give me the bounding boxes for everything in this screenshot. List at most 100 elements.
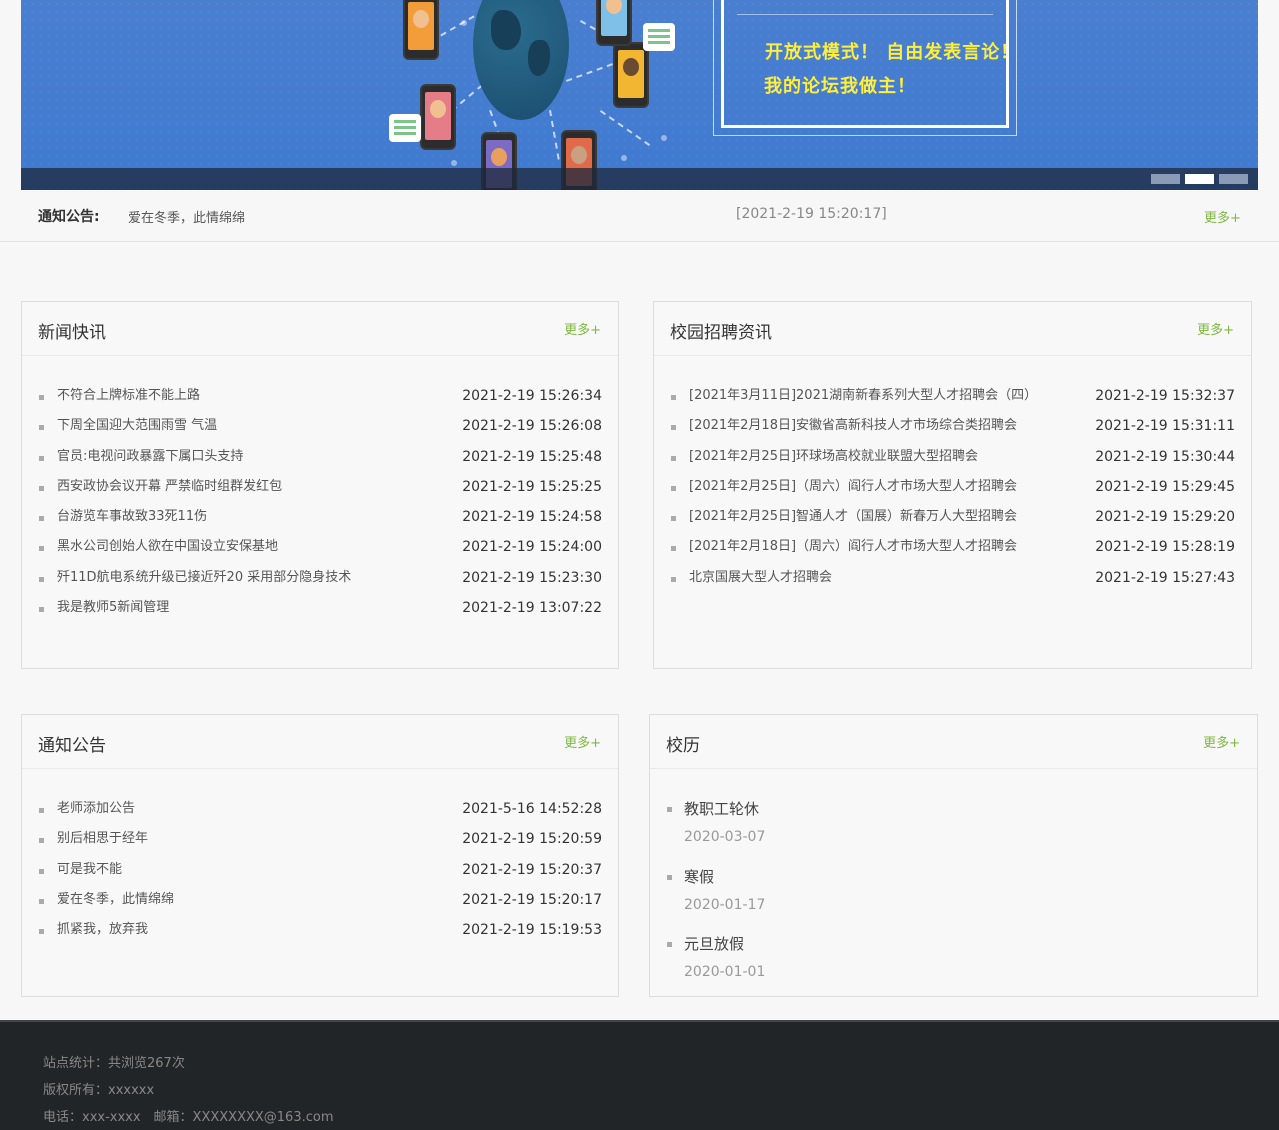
calendar-item-name[interactable]: 教职工轮休 bbox=[684, 799, 765, 819]
news-panel-header: 新闻快讯 更多+ bbox=[22, 302, 618, 356]
recruit-item[interactable]: [2021年2月18日]安徽省高新科技人才市场综合类招聘会 2021-2-19 1… bbox=[670, 416, 1235, 446]
news-item-title[interactable]: 歼11D航电系统升级已接近歼20 采用部分隐身技术 bbox=[57, 570, 351, 585]
site-footer: 站点统计：共浏览267次 版权所有：xxxxxx 电话：xxx-xxxx 邮箱：… bbox=[0, 1020, 1279, 1130]
notice-item-title[interactable]: 可是我不能 bbox=[57, 862, 122, 877]
news-item-title[interactable]: 台游览车事故致33死11伤 bbox=[57, 509, 207, 524]
notice-ticker-label: 通知公告: bbox=[38, 209, 100, 225]
notices-panel-title: 通知公告 bbox=[38, 736, 106, 756]
news-item-title[interactable]: 黑水公司创始人欲在中国设立安保基地 bbox=[57, 539, 278, 554]
notice-item-time: 2021-2-19 15:19:53 bbox=[462, 922, 602, 939]
news-list: 不符合上牌标准不能上路 2021-2-19 15:26:34 下周全国迎大范围雨雪… bbox=[38, 386, 602, 628]
notice-item[interactable]: 爱在冬季，此情绵绵 2021-2-19 15:20:17 bbox=[38, 890, 602, 920]
news-more-link[interactable]: 更多+ bbox=[564, 319, 601, 338]
notice-item[interactable]: 抓紧我，放弃我 2021-2-19 15:19:53 bbox=[38, 920, 602, 950]
recruit-item-title[interactable]: [2021年2月25日]（周六）阎行人才市场大型人才招聘会 bbox=[689, 479, 1017, 494]
recruit-item-time: 2021-2-19 15:29:20 bbox=[1095, 509, 1235, 526]
recruit-panel: 校园招聘资讯 更多+ [2021年3月11日]2021湖南新春系列大型人才招聘会… bbox=[653, 301, 1252, 669]
news-panel-title: 新闻快讯 bbox=[38, 323, 106, 343]
notice-item-title[interactable]: 抓紧我，放弃我 bbox=[57, 922, 148, 937]
notice-item-title[interactable]: 爱在冬季，此情绵绵 bbox=[57, 892, 174, 907]
news-item[interactable]: 下周全国迎大范围雨雪 气温 2021-2-19 15:26:08 bbox=[38, 416, 602, 446]
calendar-item-name[interactable]: 元旦放假 bbox=[684, 934, 765, 954]
calendar-item-name[interactable]: 寒假 bbox=[684, 867, 765, 887]
calendar-item[interactable]: 教职工轮休 2020-03-07 bbox=[666, 799, 765, 867]
carousel-indicator-1[interactable] bbox=[1151, 174, 1180, 184]
notice-ticker-time: [2021-2-19 15:20:17] bbox=[736, 206, 887, 222]
news-item-time: 2021-2-19 15:24:58 bbox=[462, 509, 602, 526]
recruit-item[interactable]: [2021年2月18日]（周六）阎行人才市场大型人才招聘会 2021-2-19 1… bbox=[670, 537, 1235, 567]
recruit-item-title[interactable]: [2021年2月25日]智通人才（国展）新春万人大型招聘会 bbox=[689, 509, 1017, 524]
news-item[interactable]: 官员:电视问政暴露下属口头支持 2021-2-19 15:25:48 bbox=[38, 447, 602, 477]
calendar-panel-title: 校历 bbox=[666, 736, 700, 756]
notice-item-title[interactable]: 别后相思于经年 bbox=[57, 831, 148, 846]
recruit-item-title[interactable]: [2021年2月25日]环球场高校就业联盟大型招聘会 bbox=[689, 449, 978, 464]
calendar-more-link[interactable]: 更多+ bbox=[1203, 732, 1240, 751]
news-panel: 新闻快讯 更多+ 不符合上牌标准不能上路 2021-2-19 15:26:34 下… bbox=[21, 301, 619, 669]
phone-avatar bbox=[613, 42, 649, 108]
news-item[interactable]: 台游览车事故致33死11伤 2021-2-19 15:24:58 bbox=[38, 507, 602, 537]
network-dot bbox=[461, 20, 467, 26]
notice-ticker-link[interactable]: 爱在冬季，此情绵绵 bbox=[128, 207, 245, 226]
news-item-title[interactable]: 下周全国迎大范围雨雪 气温 bbox=[57, 418, 217, 433]
notice-item-time: 2021-2-19 15:20:37 bbox=[462, 861, 602, 878]
recruit-item-time: 2021-2-19 15:27:43 bbox=[1095, 569, 1235, 586]
recruit-item-time: 2021-2-19 15:28:19 bbox=[1095, 539, 1235, 556]
slogan-frame bbox=[721, 0, 1009, 128]
news-item-title[interactable]: 官员:电视问政暴露下属口头支持 bbox=[57, 449, 243, 464]
recruit-panel-title: 校园招聘资讯 bbox=[670, 323, 772, 343]
phone-avatar bbox=[403, 0, 439, 60]
notice-item-time: 2021-5-16 14:52:28 bbox=[462, 801, 602, 817]
news-item-time: 2021-2-19 15:26:34 bbox=[462, 388, 602, 404]
recruit-item-title[interactable]: 北京国展大型人才招聘会 bbox=[689, 570, 832, 585]
recruit-item-time: 2021-2-19 15:30:44 bbox=[1095, 448, 1235, 465]
recruit-item-time: 2021-2-19 15:32:37 bbox=[1095, 388, 1235, 404]
calendar-item-date: 2020-01-01 bbox=[684, 964, 766, 980]
phone-avatar bbox=[420, 84, 456, 150]
calendar-item-date: 2020-03-07 bbox=[684, 829, 766, 845]
recruit-panel-header: 校园招聘资讯 更多+ bbox=[654, 302, 1251, 356]
slogan-line-2: 我的论坛我做主！ bbox=[764, 76, 916, 97]
news-item-time: 2021-2-19 13:07:22 bbox=[462, 600, 602, 617]
slogan-line-1: 开放式模式！ 自由发表言论！ bbox=[765, 42, 1020, 63]
recruit-list: [2021年3月11日]2021湖南新春系列大型人才招聘会（四） 2021-2-1… bbox=[670, 386, 1235, 598]
news-item-title[interactable]: 不符合上牌标准不能上路 bbox=[57, 388, 200, 403]
recruit-item-title[interactable]: [2021年2月18日]（周六）阎行人才市场大型人才招聘会 bbox=[689, 539, 1017, 554]
recruit-item[interactable]: [2021年3月11日]2021湖南新春系列大型人才招聘会（四） 2021-2-1… bbox=[670, 386, 1235, 416]
carousel-indicator-2[interactable] bbox=[1185, 174, 1214, 184]
network-dot bbox=[661, 135, 667, 141]
news-item-time: 2021-2-19 15:24:00 bbox=[462, 539, 602, 556]
slogan-divider bbox=[737, 14, 993, 15]
carousel-indicator-bar bbox=[21, 168, 1258, 190]
news-item[interactable]: 黑水公司创始人欲在中国设立安保基地 2021-2-19 15:24:00 bbox=[38, 537, 602, 567]
news-item-title[interactable]: 西安政协会议开幕 严禁临时组群发红包 bbox=[57, 479, 282, 494]
notice-item[interactable]: 别后相思于经年 2021-2-19 15:20:59 bbox=[38, 829, 602, 859]
recruit-more-link[interactable]: 更多+ bbox=[1197, 319, 1234, 338]
recruit-item[interactable]: [2021年2月25日]环球场高校就业联盟大型招聘会 2021-2-19 15:3… bbox=[670, 447, 1235, 477]
recruit-item-title[interactable]: [2021年3月11日]2021湖南新春系列大型人才招聘会（四） bbox=[689, 388, 1037, 403]
news-item[interactable]: 西安政协会议开幕 严禁临时组群发红包 2021-2-19 15:25:25 bbox=[38, 477, 602, 507]
calendar-item[interactable]: 寒假 2020-01-17 bbox=[666, 867, 765, 935]
news-item-title[interactable]: 我是教师5新闻管理 bbox=[57, 600, 169, 615]
news-item[interactable]: 我是教师5新闻管理 2021-2-19 13:07:22 bbox=[38, 598, 602, 628]
recruit-item[interactable]: [2021年2月25日]（周六）阎行人才市场大型人才招聘会 2021-2-19 1… bbox=[670, 477, 1235, 507]
notices-list: 老师添加公告 2021-5-16 14:52:28 别后相思于经年 2021-2-1… bbox=[38, 799, 602, 950]
notice-item[interactable]: 可是我不能 2021-2-19 15:20:37 bbox=[38, 860, 602, 890]
footer-contact: 电话：xxx-xxxx 邮箱：XXXXXXXX@163.com bbox=[43, 1110, 334, 1125]
phone-avatar bbox=[596, 0, 632, 46]
news-item[interactable]: 歼11D航电系统升级已接近歼20 采用部分隐身技术 2021-2-19 15:23… bbox=[38, 568, 602, 598]
news-item[interactable]: 不符合上牌标准不能上路 2021-2-19 15:26:34 bbox=[38, 386, 602, 416]
notice-item-time: 2021-2-19 15:20:17 bbox=[462, 891, 602, 908]
recruit-item[interactable]: 北京国展大型人才招聘会 2021-2-19 15:27:43 bbox=[670, 568, 1235, 598]
network-dot bbox=[451, 160, 457, 166]
notice-item-title[interactable]: 老师添加公告 bbox=[57, 801, 135, 816]
recruit-item-title[interactable]: [2021年2月18日]安徽省高新科技人才市场综合类招聘会 bbox=[689, 418, 1017, 433]
news-item-time: 2021-2-19 15:23:30 bbox=[462, 569, 602, 586]
carousel-indicator-3[interactable] bbox=[1219, 174, 1248, 184]
banner-carousel[interactable]: 开放式模式！ 自由发表言论！ 我的论坛我做主！ bbox=[21, 0, 1258, 190]
notice-item[interactable]: 老师添加公告 2021-5-16 14:52:28 bbox=[38, 799, 602, 829]
notice-ticker-more-link[interactable]: 更多+ bbox=[1204, 207, 1241, 226]
recruit-item[interactable]: [2021年2月25日]智通人才（国展）新春万人大型招聘会 2021-2-19 1… bbox=[670, 507, 1235, 537]
news-item-time: 2021-2-19 15:25:25 bbox=[462, 478, 602, 495]
calendar-item[interactable]: 元旦放假 2020-01-01 bbox=[666, 934, 765, 1002]
notices-more-link[interactable]: 更多+ bbox=[564, 732, 601, 751]
